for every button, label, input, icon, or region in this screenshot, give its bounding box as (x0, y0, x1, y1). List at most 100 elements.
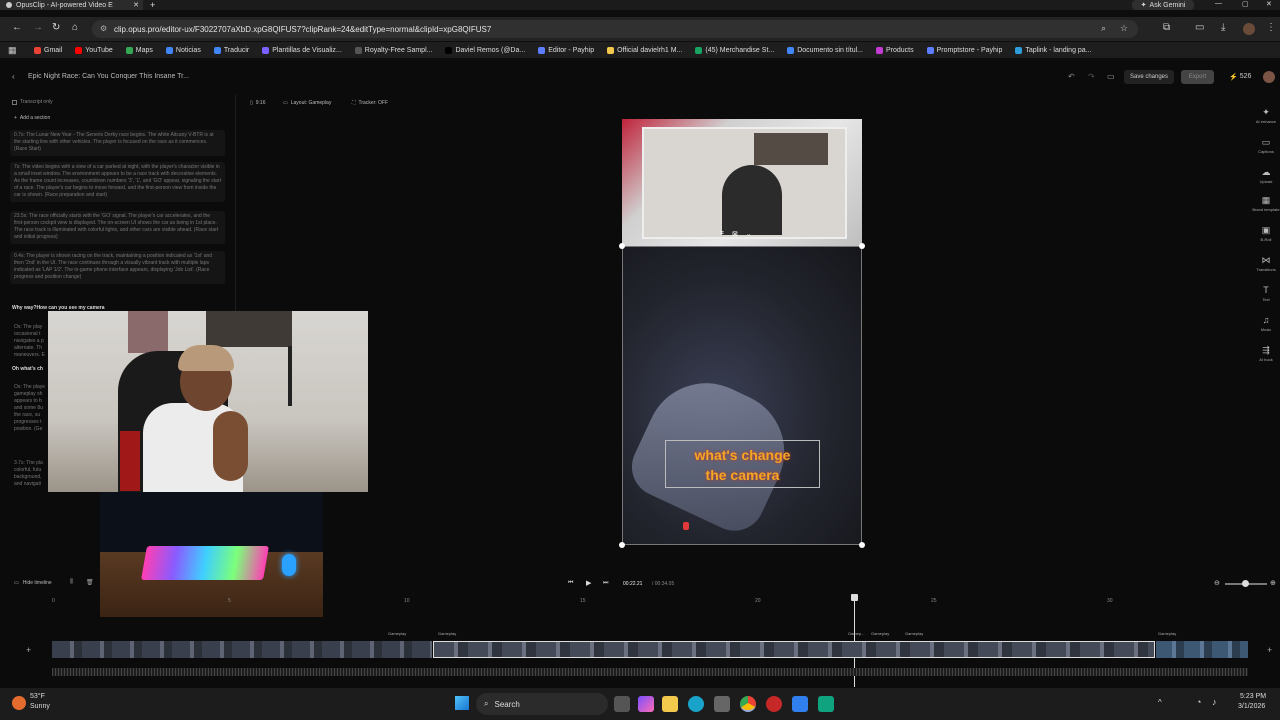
undo-icon[interactable]: ↶ (1068, 72, 1075, 81)
bookmark-item[interactable]: Traducir (213, 46, 249, 54)
resize-handle[interactable] (859, 243, 865, 249)
sidebar-tool-text[interactable]: T Text (1252, 286, 1280, 303)
bookmark-star-icon[interactable]: ☆ (1120, 23, 1128, 34)
network-icon[interactable]: ◔ (1196, 697, 1201, 707)
transcript-paragraph[interactable]: 3.7s: The pla colorful, futu background,… (10, 458, 50, 490)
fit-icon[interactable]: ⊠ (732, 230, 738, 238)
back-chevron-icon[interactable]: ‹ (12, 72, 15, 81)
reload-icon[interactable]: ↻ (52, 22, 60, 33)
chrome-icon[interactable] (740, 696, 756, 712)
xbox-icon[interactable] (818, 696, 834, 712)
split-icon[interactable]: ⫼ (70, 579, 73, 586)
maximize-icon[interactable]: ▢ (1242, 0, 1249, 8)
resize-handle[interactable] (859, 542, 865, 548)
clock-time[interactable]: 5:23 PM (1240, 693, 1266, 700)
bookmark-item[interactable]: YouTube (75, 46, 113, 54)
transcript-paragraph[interactable]: 0.4s: The player is shown racing on the … (10, 251, 225, 284)
task-view-icon[interactable] (614, 696, 630, 712)
skip-back-icon[interactable]: ⏮ (568, 580, 573, 587)
tracker-toggle[interactable]: ⛶ Tracker: OFF (352, 100, 388, 106)
zoom-slider-thumb[interactable] (1242, 580, 1249, 587)
delete-icon[interactable]: 🗑 (86, 579, 94, 586)
sidebar-tool-b-roll[interactable]: ▣ B-Roll (1252, 226, 1280, 243)
file-explorer-icon[interactable] (662, 696, 678, 712)
bookmark-item[interactable]: Gmail (34, 46, 62, 54)
minimize-icon[interactable]: — (1215, 0, 1222, 7)
bookmark-item[interactable]: Official davielrh1 M... (607, 46, 682, 54)
transcript-paragraph[interactable]: Os: The playe gameplay sh appears to b a… (10, 382, 50, 432)
tray-chevron-icon[interactable]: ^ (1158, 698, 1162, 707)
url-field[interactable]: ⚙ clip.opus.pro/editor-ux/F3022707aXbD.x… (92, 20, 1138, 38)
more-icon[interactable]: ⌄ (746, 230, 752, 238)
ask-gemini-button[interactable]: ✦ Ask Gemini (1132, 0, 1194, 10)
clip-strip-left[interactable] (52, 641, 432, 658)
hide-timeline-button[interactable]: ▭ Hide timeline (14, 580, 52, 586)
sidebar-tool-brand-template[interactable]: ▦ Brand template (1252, 196, 1280, 213)
bookmark-item[interactable]: Maps (125, 46, 153, 54)
edge-icon[interactable] (688, 696, 704, 712)
bookmark-item[interactable]: Editor - Payhip (538, 46, 594, 54)
record-app-icon[interactable] (766, 696, 782, 712)
clip-strip-right[interactable] (1156, 641, 1248, 658)
bookmark-item[interactable]: Products (876, 46, 914, 54)
bookmark-item[interactable]: Promptstore - Payhip (926, 46, 1002, 54)
extensions-icon[interactable]: ⧉ (1163, 22, 1170, 33)
bookmark-item[interactable]: Plantillas de Visualiz... (262, 46, 342, 54)
crop-icon[interactable]: ⌗ (720, 230, 724, 238)
preview-main-frame[interactable]: what's change the camera (622, 246, 862, 545)
copilot-icon[interactable] (638, 696, 654, 712)
resize-handle[interactable] (619, 542, 625, 548)
bookmark-item[interactable]: Documento sin títul... (787, 46, 863, 54)
zoom-out-icon[interactable]: ⊖ (1214, 579, 1220, 587)
add-track-icon[interactable]: + (26, 645, 31, 655)
clip-strip-selected[interactable] (433, 641, 1155, 658)
redo-icon[interactable]: ↷ (1088, 72, 1095, 81)
download-icon[interactable]: ⤓ (1221, 22, 1225, 33)
new-tab-icon[interactable]: + (150, 0, 155, 10)
resize-handle[interactable] (619, 243, 625, 249)
caption-box[interactable]: what's change the camera (665, 440, 820, 488)
transcript-only-toggle[interactable]: Transcript only (12, 99, 53, 105)
preview-icon[interactable]: ▭ (1107, 72, 1115, 81)
save-changes-button[interactable]: Save changes (1124, 70, 1174, 84)
taskbar-search[interactable]: ⌕ Search (476, 693, 608, 715)
site-info-icon[interactable]: ⚙ (100, 24, 107, 33)
sidepanel-icon[interactable]: ▭ (1195, 22, 1204, 33)
close-window-icon[interactable]: ✕ (1266, 0, 1272, 8)
transcript-paragraph[interactable]: 23.5s: The race officially starts with t… (10, 211, 225, 244)
sidebar-tool-upload[interactable]: ☁ Upload (1252, 168, 1280, 185)
sidebar-tool-captions[interactable]: ▭ Captions (1252, 138, 1280, 155)
zoom-icon[interactable]: ⌕ (1101, 23, 1106, 34)
bookmark-item[interactable]: Taplink - landing pa... (1015, 46, 1092, 54)
close-tab-icon[interactable]: ✕ (133, 1, 139, 9)
sidebar-tool-ai-hook[interactable]: ⇶ AI hook (1252, 346, 1280, 363)
transcript-paragraph[interactable]: Os: The play occasional t navigates a p … (10, 322, 50, 358)
bookmark-item[interactable]: Noticias (165, 46, 201, 54)
playhead-handle[interactable] (851, 594, 858, 601)
export-button[interactable]: Export (1181, 70, 1214, 84)
volume-icon[interactable]: ♪ (1212, 697, 1217, 707)
profile-avatar[interactable] (1243, 23, 1255, 35)
browser-menu-icon[interactable]: ⋮ (1266, 22, 1276, 33)
sidebar-tool-music[interactable]: ♫ Music (1252, 316, 1280, 333)
bookmark-item[interactable]: Royalty-Free Sampl... (354, 46, 432, 54)
back-icon[interactable]: ← (12, 22, 22, 33)
add-clip-end-icon[interactable]: + (1267, 645, 1272, 655)
skip-forward-icon[interactable]: ⏭ (603, 580, 608, 587)
transcript-paragraph[interactable]: 7s: The video begins with a view of a ca… (10, 162, 225, 202)
browser-tab[interactable]: OpusClip - AI-powered Video E ✕ (0, 0, 143, 10)
windows-start-icon[interactable] (455, 696, 469, 710)
apps-grid-icon[interactable]: ▦ (8, 45, 17, 56)
store-icon[interactable] (714, 696, 730, 712)
zoom-in-icon[interactable]: ⊕ (1270, 579, 1276, 587)
forward-icon[interactable]: → (33, 22, 43, 33)
transcript-paragraph[interactable]: 0.7s: The Lunar New Year - The Seneris D… (10, 130, 225, 156)
home-icon[interactable]: ⌂ (72, 22, 78, 33)
aspect-ratio-select[interactable]: ▯ 9:16 (250, 100, 266, 106)
layout-select[interactable]: ▭ Layout: Gameplay (283, 100, 331, 106)
sidebar-tool-transitions[interactable]: ⋈ Transitions (1252, 256, 1280, 273)
checkbox[interactable] (12, 99, 17, 105)
app-icon[interactable] (792, 696, 808, 712)
add-section-button[interactable]: + Add a section (14, 115, 50, 121)
sidebar-tool-ai-enhance[interactable]: ✦ AI enhance (1252, 108, 1280, 125)
